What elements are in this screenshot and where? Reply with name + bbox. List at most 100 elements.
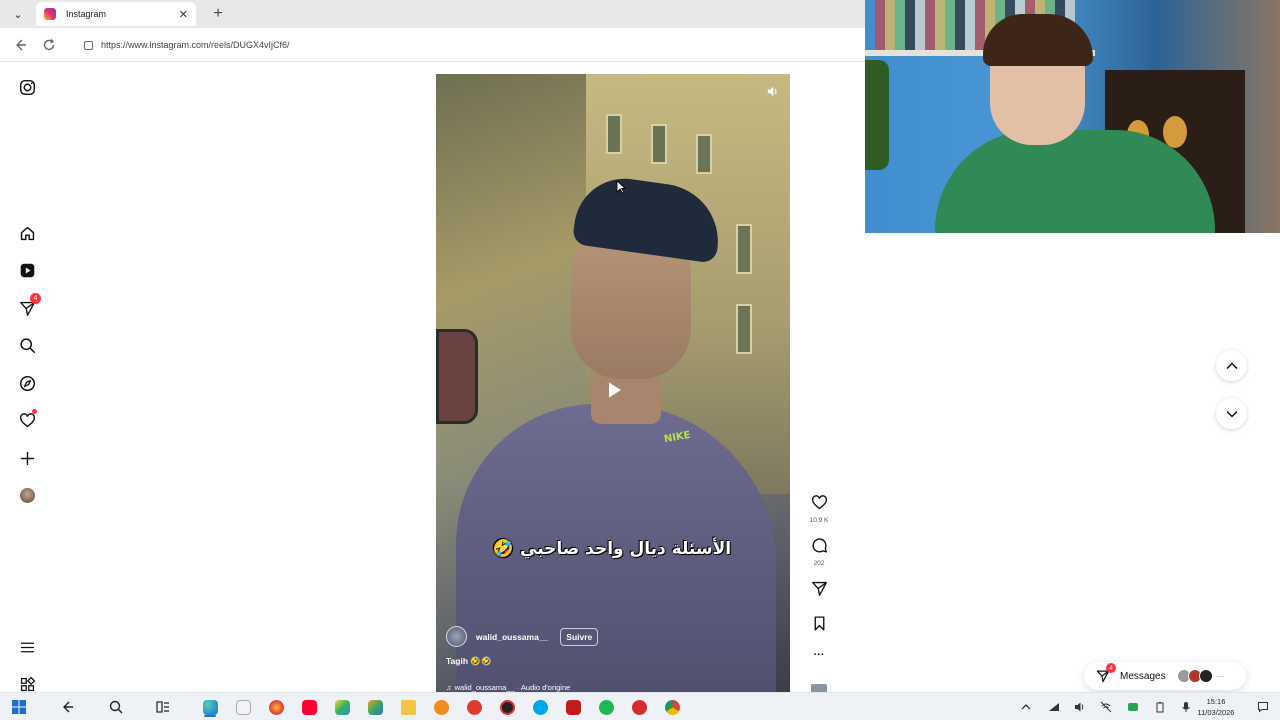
notification-center-button[interactable] <box>1256 700 1270 714</box>
nav-explore[interactable] <box>17 373 37 393</box>
mouse-cursor <box>616 180 626 194</box>
windows-taskbar: 15:16 11/03/2026 <box>0 692 1280 720</box>
tray-battery[interactable] <box>1153 700 1167 714</box>
nav-home[interactable] <box>17 223 37 243</box>
reel-author-row: walid_oussama__ Suivre <box>446 626 776 647</box>
folder-icon <box>400 699 416 715</box>
taskbar-search-button[interactable] <box>106 697 126 717</box>
tab-instagram[interactable]: Instagram ✕ <box>36 2 196 26</box>
taskbar-app-store[interactable] <box>233 697 253 717</box>
nav-messages[interactable]: 4 <box>17 293 41 318</box>
reload-icon <box>43 39 55 51</box>
reel-video[interactable]: NIKE الأسئلة ديال واحد صاحبي 🤣 walid_ous… <box>436 74 790 694</box>
lock-icon <box>84 40 93 50</box>
share-button[interactable] <box>806 580 832 602</box>
bluestacks-icon <box>334 699 350 715</box>
bookmark-icon <box>814 616 824 631</box>
next-reel-button[interactable] <box>1216 398 1247 429</box>
author-avatar[interactable] <box>446 626 467 647</box>
instagram-sidebar: 4 <box>0 62 54 692</box>
nav-create[interactable] <box>17 448 37 468</box>
taskbar-app-skype[interactable] <box>530 697 550 717</box>
taskbar-app-bluestacks-2[interactable] <box>365 697 385 717</box>
battery-icon <box>1156 702 1164 713</box>
taskbar-app-edge[interactable] <box>200 697 220 717</box>
app-adobe-icon <box>631 699 647 715</box>
play-icon <box>609 382 621 398</box>
taskbar-app-clock[interactable] <box>497 697 517 717</box>
reels-icon <box>20 263 34 277</box>
building-window <box>696 134 712 174</box>
search-icon <box>109 700 123 714</box>
url-field[interactable]: https://www.instagram.com/reels/DUGX4vIj… <box>72 34 862 56</box>
building-window <box>651 124 667 164</box>
messages-drawer-button[interactable]: 4 Messages ··· <box>1084 662 1246 690</box>
building-window <box>736 224 752 274</box>
reload-button[interactable] <box>40 36 58 54</box>
active-indicator <box>204 715 216 717</box>
back-button[interactable] <box>11 36 29 54</box>
scooter-mirror <box>436 329 478 424</box>
reel-audio[interactable]: ♫ walid_oussama__ · Audio d'origine <box>446 683 776 692</box>
follow-button[interactable]: Suivre <box>560 627 599 646</box>
save-button[interactable] <box>806 615 832 637</box>
tab-list-button[interactable]: ⌄ <box>8 4 28 24</box>
task-view-button[interactable] <box>153 697 173 717</box>
taskbar-app-darkred[interactable] <box>563 697 583 717</box>
instagram-logo-button[interactable] <box>17 77 37 97</box>
taskbar-app-chrome[interactable] <box>662 697 682 717</box>
comment-button[interactable]: 202 <box>806 537 832 567</box>
taskbar-app-red[interactable] <box>464 697 484 717</box>
audio-thumbnail[interactable] <box>806 684 832 692</box>
music-note-icon: ♫ <box>446 683 452 692</box>
taskbar-back-button[interactable] <box>57 697 77 717</box>
heart-icon <box>19 412 35 427</box>
back-arrow-icon <box>63 701 73 713</box>
building-window <box>606 114 622 154</box>
like-button[interactable]: 10,9 K <box>806 494 832 524</box>
store-icon <box>235 699 251 715</box>
nav-also-from-meta[interactable] <box>17 674 37 694</box>
messages-badge: 4 <box>30 293 41 304</box>
messages-unread-badge: 4 <box>1106 663 1116 673</box>
taskbar-app-firefox[interactable] <box>266 697 286 717</box>
url-text: https://www.instagram.com/reels/DUGX4vIj… <box>101 40 290 50</box>
chevron-up-icon <box>1021 704 1031 710</box>
nav-notifications[interactable] <box>17 409 37 430</box>
start-button[interactable] <box>9 697 29 717</box>
tab-close-button[interactable]: ✕ <box>179 8 188 21</box>
previous-reel-button[interactable] <box>1216 350 1247 381</box>
taskbar-clock[interactable]: 15:16 11/03/2026 <box>1196 696 1236 718</box>
more-options-button[interactable]: ··· <box>806 649 832 661</box>
audio-label: walid_oussama__ · Audio d'origine <box>454 683 571 692</box>
new-tab-button[interactable]: + <box>208 4 228 24</box>
nav-search[interactable] <box>17 335 37 355</box>
webcam-plant <box>865 60 889 170</box>
spotify-icon <box>598 699 614 715</box>
play-button[interactable] <box>602 378 626 402</box>
create-icon <box>20 451 34 465</box>
like-count: 10,9 K <box>809 517 829 524</box>
taskbar-app-youtube[interactable] <box>299 697 319 717</box>
author-username[interactable]: walid_oussama__ <box>476 632 548 642</box>
app-clock-icon <box>499 699 515 715</box>
mute-button[interactable] <box>764 83 780 99</box>
nav-reels[interactable] <box>17 260 37 280</box>
tray-app-green[interactable] <box>1126 700 1140 714</box>
home-icon <box>20 226 34 240</box>
tray-microphone[interactable] <box>1179 700 1193 714</box>
taskbar-app-orange[interactable] <box>431 697 451 717</box>
tray-volume[interactable] <box>1073 700 1087 714</box>
apps-icon <box>20 676 35 691</box>
tray-wifi[interactable] <box>1047 700 1061 714</box>
back-arrow-icon <box>16 39 26 51</box>
chevron-up-icon <box>1225 361 1238 369</box>
taskbar-app-spotify[interactable] <box>596 697 616 717</box>
nav-more-menu[interactable] <box>17 637 37 657</box>
tray-network-off[interactable] <box>1099 700 1113 714</box>
taskbar-app-explorer[interactable] <box>398 697 418 717</box>
taskbar-app-adobe[interactable] <box>629 697 649 717</box>
tray-overflow-button[interactable] <box>1019 700 1033 714</box>
nav-profile[interactable] <box>17 485 37 505</box>
taskbar-app-bluestacks[interactable] <box>332 697 352 717</box>
